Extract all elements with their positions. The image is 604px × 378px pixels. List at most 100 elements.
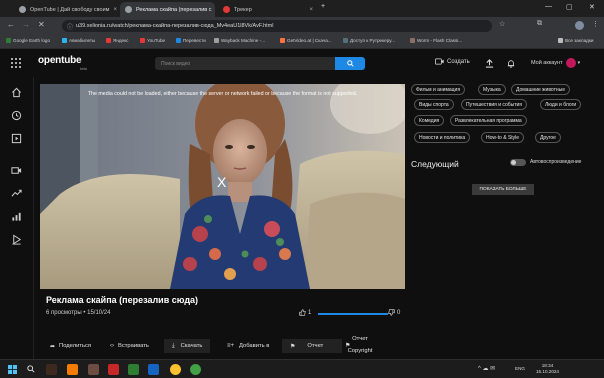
download-button[interactable]: ⤓ Скачать (164, 339, 211, 353)
category-chip[interactable]: Люди и блоги (540, 99, 582, 110)
category-chip[interactable]: Фильм и анимация (411, 84, 466, 95)
tab-close-icon[interactable]: × (212, 7, 216, 13)
report-copyright-button[interactable]: Отчет Copyright (345, 333, 375, 357)
tab-favicon-icon (223, 6, 230, 13)
upload-icon[interactable] (485, 59, 494, 68)
category-chip[interactable]: Виды спорта (414, 99, 454, 110)
bookmark-favicon-icon (6, 38, 11, 43)
tab-close-icon[interactable]: × (109, 7, 117, 13)
taskbar-chrome-icon[interactable] (170, 364, 181, 375)
logo-beta-label: beta (80, 67, 87, 71)
flag-icon: ⚑ (290, 343, 296, 350)
search-button[interactable] (335, 57, 365, 70)
close-icon[interactable]: X (217, 174, 226, 190)
share-icon: ➦ (50, 343, 56, 350)
category-chip[interactable]: Путешествия и события (461, 99, 528, 110)
new-tab-button[interactable]: + (321, 3, 325, 10)
dislike-button[interactable]: 0 (388, 309, 400, 316)
category-chip[interactable]: Музыка (478, 84, 506, 95)
bookmark-item[interactable]: Worm - Flash Classi... (410, 38, 462, 43)
address-bar[interactable]: ⓘ u39.xelionia.ru/watch/реклама-скайпа-п… (62, 20, 492, 32)
tab-favicon-icon (125, 6, 132, 13)
forward-icon[interactable]: → (22, 20, 30, 29)
stats-icon[interactable] (9, 209, 23, 223)
add-to-button[interactable]: ≡+ Добавить в (227, 340, 269, 352)
bookmark-item[interactable]: Доступ к Рутрекеру... (343, 38, 395, 43)
show-more-button[interactable]: ПОКАЗАТЬ БОЛЬШЕ (472, 184, 534, 195)
playlist-add-icon: ≡+ (227, 343, 235, 349)
os-taskbar: ^ ☁ ✉ ENG 18:34 15.10.2024 (0, 359, 604, 378)
maximize-icon[interactable]: ▢ (566, 3, 573, 11)
taskbar-app-icon[interactable] (46, 364, 57, 375)
browser-tab-2[interactable]: Реклама скайпа (перезалив с × (120, 2, 215, 17)
category-chip[interactable]: Домашние животные (511, 84, 571, 95)
notification-bell-icon[interactable] (507, 59, 515, 68)
window-close-icon[interactable]: ✕ (589, 3, 595, 11)
browser-menu-icon[interactable]: ⋮ (592, 20, 599, 28)
embed-button[interactable]: ‹› Встраивать (110, 340, 149, 352)
bookmark-star-icon[interactable]: ☆ (499, 20, 505, 28)
taskbar-app-icon[interactable] (88, 364, 99, 375)
bookmark-item[interactable]: Wayback Machine -... (214, 38, 265, 43)
library-icon[interactable] (9, 232, 23, 246)
tab-close-icon[interactable]: × (305, 7, 313, 13)
apps-grid-icon[interactable] (11, 58, 21, 68)
avatar (565, 58, 576, 68)
clock[interactable]: 18:34 15.10.2024 (536, 363, 559, 375)
all-bookmarks[interactable]: Все закладки (558, 38, 593, 43)
taskbar-app-icon[interactable] (148, 364, 159, 375)
bookmark-item[interactable]: Яндекс (106, 38, 128, 43)
taskbar-app-icon[interactable] (108, 364, 119, 375)
bookmark-item[interactable]: Google Earth logo (6, 38, 50, 43)
home-icon[interactable] (9, 85, 23, 99)
taskbar-app-icon[interactable] (128, 364, 139, 375)
windows-start-icon[interactable] (8, 365, 17, 374)
search-icon[interactable] (27, 365, 35, 373)
share-button[interactable]: ➦ Поделиться (50, 340, 91, 352)
report-button[interactable]: ⚑ Отчет (282, 339, 342, 353)
profile-avatar[interactable] (575, 21, 584, 30)
category-chip[interactable]: Другое (535, 132, 561, 143)
up-next-heading: Следующий (411, 159, 459, 169)
bookmark-item[interactable]: YouTube (140, 38, 165, 43)
bookmark-item[interactable]: GetVideo.at | Скача... (280, 38, 332, 43)
site-logo[interactable]: opentube (38, 55, 82, 66)
taskbar-app-icon[interactable] (190, 364, 201, 375)
category-chip[interactable]: Новости и политика (414, 132, 471, 143)
history-icon[interactable] (9, 108, 23, 122)
back-icon[interactable]: ← (7, 20, 15, 29)
thumbs-up-icon (299, 309, 306, 316)
bookmark-favicon-icon (280, 38, 285, 43)
account-button[interactable]: Мой аккаунт ▾ (531, 58, 580, 68)
tray-icons[interactable]: ^ ☁ ✉ (478, 365, 495, 372)
playlists-icon[interactable] (9, 131, 23, 145)
bookmark-favicon-icon (343, 38, 348, 43)
category-chip[interactable]: How-to & Style (481, 132, 525, 143)
browser-tab-1[interactable]: OpenTube | Дай свободу своим × (14, 2, 117, 17)
autoplay-toggle[interactable] (510, 159, 526, 166)
subscriptions-icon[interactable] (9, 163, 23, 177)
address-text: u39.xelionia.ru/watch/реклама-скайпа-пер… (76, 23, 274, 29)
browser-tab-strip: OpenTube | Дай свободу своим × Реклама с… (0, 0, 604, 17)
site-info-icon[interactable]: ⓘ (67, 22, 73, 31)
bookmark-item[interactable]: Авиабилеты (62, 38, 95, 43)
category-chip[interactable]: Развлекательная программа (450, 115, 527, 126)
like-count: 1 (308, 309, 312, 316)
trending-icon[interactable] (9, 186, 23, 200)
create-button[interactable]: Создать (435, 58, 470, 65)
video-player[interactable]: The media could not be loaded, either be… (40, 84, 405, 289)
language-indicator[interactable]: ENG (515, 366, 525, 371)
category-chip[interactable]: Комедия (414, 115, 445, 126)
browser-tab-3[interactable]: Трекер × (218, 2, 318, 17)
like-button[interactable]: 1 (299, 309, 311, 316)
left-nav-rail (0, 77, 34, 359)
bookmark-item[interactable]: Перевести (176, 38, 206, 43)
minimize-icon[interactable]: — (545, 3, 552, 10)
extensions-icon[interactable]: ⧉ (537, 20, 542, 28)
video-meta: 6 просмотры • 15/10/24 (46, 310, 111, 316)
bookmark-favicon-icon (62, 38, 67, 43)
taskbar-app-icon[interactable] (67, 364, 78, 375)
search-input[interactable]: Поиск видео (155, 57, 335, 70)
reload-icon[interactable]: ✕ (38, 20, 45, 29)
bookmark-favicon-icon (176, 38, 181, 43)
